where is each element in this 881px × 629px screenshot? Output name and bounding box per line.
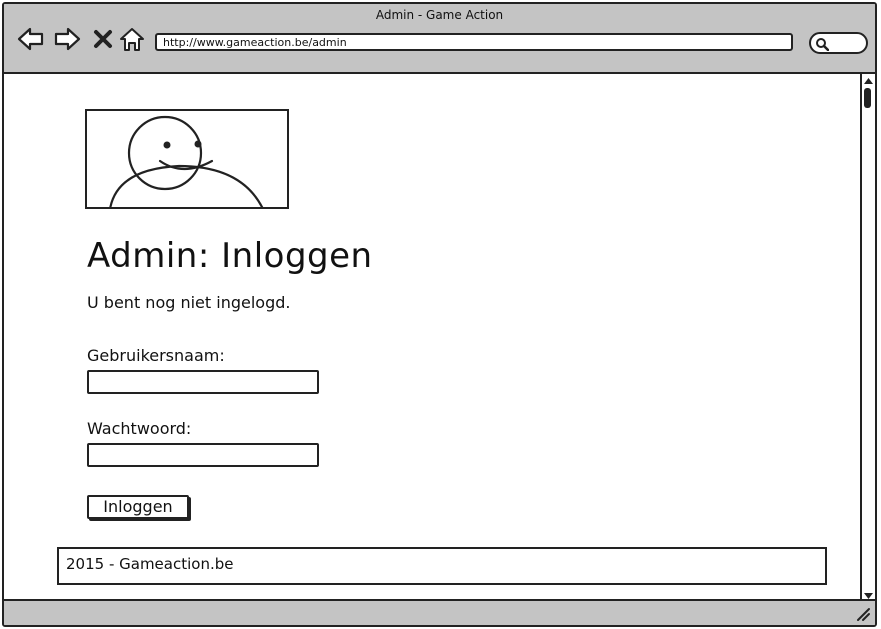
username-label: Gebruikersnaam: [87,346,225,365]
home-icon[interactable] [118,26,146,52]
username-input[interactable] [87,370,319,394]
scroll-up-icon[interactable] [863,76,874,86]
scrollbar-thumb[interactable] [864,88,871,108]
page-title: Admin: Inloggen [87,236,373,276]
close-icon[interactable] [92,26,114,52]
password-input[interactable] [87,443,319,467]
browser-search-field[interactable] [809,32,868,54]
login-status-text: U bent nog niet ingelogd. [87,293,291,312]
vertical-scrollbar[interactable] [860,74,875,603]
forward-arrow-icon[interactable] [52,26,82,52]
search-icon [816,38,829,51]
resize-grip-icon[interactable] [855,606,871,622]
back-arrow-icon[interactable] [16,26,46,52]
browser-titlebar: Admin - Game Action http://www.gameactio… [4,4,875,74]
browser-statusbar [4,599,875,625]
footer: 2015 - Gameaction.be [57,547,827,585]
footer-text: 2015 - Gameaction.be [66,555,234,573]
password-label: Wachtwoord: [87,419,192,438]
login-button[interactable]: Inloggen [87,495,189,519]
address-bar[interactable]: http://www.gameaction.be/admin [155,33,793,51]
window-title: Admin - Game Action [375,8,504,22]
avatar [85,109,289,209]
browser-window: Admin - Game Action http://www.gameactio… [2,2,877,627]
